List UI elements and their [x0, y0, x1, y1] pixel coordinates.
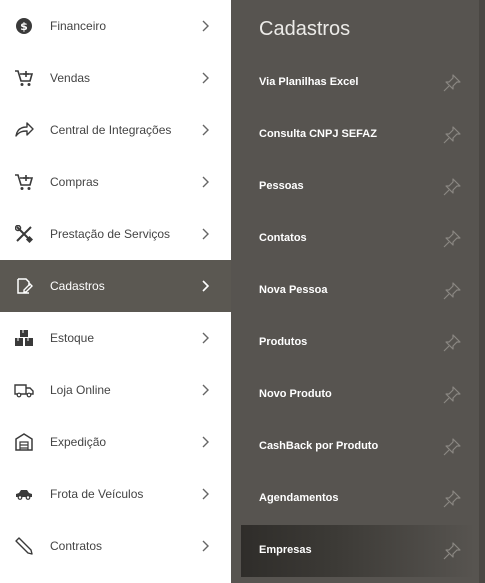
chevron-right-icon — [200, 17, 212, 35]
submenu-item-produtos[interactable]: Produtos — [241, 317, 475, 369]
sidebar-item-label: Compras — [50, 175, 99, 189]
sidebar-item-prestacao-servicos[interactable]: Prestação de Serviços — [0, 208, 231, 260]
chevron-right-icon — [200, 485, 212, 503]
pen-icon — [14, 537, 34, 555]
chevron-right-icon — [200, 381, 212, 399]
submenu-item-agendamentos[interactable]: Agendamentos — [241, 473, 475, 525]
sidebar-item-label: Expedição — [50, 435, 107, 449]
chevron-right-icon — [200, 537, 212, 555]
sidebar-item-financeiro[interactable]: $ Financeiro — [0, 0, 231, 52]
sidebar-item-label: Estoque — [50, 331, 95, 345]
cart-plus-icon — [14, 173, 34, 191]
submenu-edge — [479, 0, 485, 583]
share-arrow-icon — [14, 121, 34, 139]
chevron-right-icon — [200, 433, 212, 451]
submenu-item-label: CashBack por Produto — [259, 440, 379, 452]
pin-icon[interactable] — [443, 282, 461, 300]
cart-plus-icon — [14, 69, 34, 87]
car-icon — [14, 485, 34, 503]
sidebar-item-label: Cadastros — [50, 279, 105, 293]
submenu-item-contatos[interactable]: Contatos — [241, 213, 475, 265]
chevron-right-icon — [200, 225, 212, 243]
submenu-item-label: Contatos — [259, 232, 307, 244]
chevron-right-icon — [200, 329, 212, 347]
sidebar-item-central-integracoes[interactable]: Central de Integrações — [0, 104, 231, 156]
edit-document-icon — [14, 277, 34, 295]
submenu-item-via-planilhas-excel[interactable]: Via Planilhas Excel — [241, 57, 475, 109]
submenu-item-label: Nova Pessoa — [259, 284, 328, 296]
submenu-item-pessoas[interactable]: Pessoas — [241, 161, 475, 213]
sidebar-item-label: Prestação de Serviços — [50, 227, 171, 241]
submenu-item-label: Agendamentos — [259, 492, 339, 504]
pin-icon[interactable] — [443, 438, 461, 456]
pin-icon[interactable] — [443, 386, 461, 404]
sidebar-item-label: Contratos — [50, 539, 103, 553]
tools-icon — [14, 225, 34, 243]
pin-icon[interactable] — [443, 334, 461, 352]
chevron-right-icon — [200, 277, 212, 295]
submenu-item-label: Consulta CNPJ SEFAZ — [259, 128, 377, 140]
pin-icon[interactable] — [443, 490, 461, 508]
submenu-item-nova-pessoa[interactable]: Nova Pessoa — [241, 265, 475, 317]
pin-icon[interactable] — [443, 178, 461, 196]
submenu-item-cashback-por-produto[interactable]: CashBack por Produto — [241, 421, 475, 473]
sidebar-item-label: Financeiro — [50, 19, 107, 33]
warehouse-icon — [14, 433, 34, 451]
pin-icon[interactable] — [443, 542, 461, 560]
sidebar-item-contratos[interactable]: Contratos — [0, 520, 231, 572]
sidebar-item-loja-online[interactable]: Loja Online — [0, 364, 231, 416]
pin-icon[interactable] — [443, 126, 461, 144]
main-sidebar: $ Financeiro Vendas Central de Integraçõ… — [0, 0, 231, 583]
sidebar-item-label: Central de Integrações — [50, 123, 172, 137]
submenu-title: Cadastros — [259, 18, 351, 40]
delivery-truck-icon — [14, 381, 34, 399]
boxes-icon — [14, 329, 34, 347]
sidebar-item-vendas[interactable]: Vendas — [0, 52, 231, 104]
sidebar-item-label: Vendas — [50, 71, 91, 85]
sidebar-item-estoque[interactable]: Estoque — [0, 312, 231, 364]
submenu-item-label: Via Planilhas Excel — [259, 76, 359, 88]
submenu-item-consulta-cnpj-sefaz[interactable]: Consulta CNPJ SEFAZ — [241, 109, 475, 161]
submenu-item-empresas[interactable]: Empresas — [241, 525, 475, 577]
sidebar-item-frota-veiculos[interactable]: Frota de Veículos — [0, 468, 231, 520]
cadastros-submenu: Cadastros Via Planilhas Excel Consulta C… — [231, 0, 485, 583]
chevron-right-icon — [200, 121, 212, 139]
sidebar-item-label: Loja Online — [50, 383, 111, 397]
chevron-right-icon — [200, 69, 212, 87]
chevron-right-icon — [200, 173, 212, 191]
submenu-item-label: Empresas — [259, 544, 312, 556]
pin-icon[interactable] — [443, 74, 461, 92]
submenu-item-label: Pessoas — [259, 180, 304, 192]
svg-text:$: $ — [20, 20, 28, 33]
submenu-item-label: Novo Produto — [259, 388, 332, 400]
sidebar-item-label: Frota de Veículos — [50, 487, 144, 501]
sidebar-item-cadastros[interactable]: Cadastros — [0, 260, 231, 312]
submenu-item-novo-produto[interactable]: Novo Produto — [241, 369, 475, 421]
submenu-item-label: Produtos — [259, 336, 308, 348]
sidebar-item-compras[interactable]: Compras — [0, 156, 231, 208]
sidebar-item-expedicao[interactable]: Expedição — [0, 416, 231, 468]
pin-icon[interactable] — [443, 230, 461, 248]
dollar-circle-icon: $ — [14, 17, 34, 35]
